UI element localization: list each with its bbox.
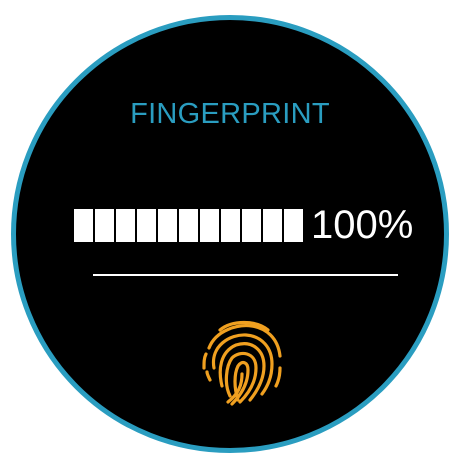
progress-segment	[179, 208, 198, 242]
progress-segment	[242, 208, 261, 242]
progress-segment	[95, 208, 114, 242]
progress-segment	[158, 208, 177, 242]
fingerprint-icon	[202, 320, 282, 406]
progress-segment	[74, 208, 93, 242]
progress-segment	[263, 208, 282, 242]
progress-bar	[74, 208, 303, 242]
progress-segment	[200, 208, 219, 242]
progress-indicator: 100%	[74, 205, 413, 245]
progress-segment	[221, 208, 240, 242]
divider	[93, 274, 398, 276]
screen-title: FINGERPRINT	[130, 98, 330, 130]
progress-percent: 100%	[311, 203, 414, 247]
watch-face: FINGERPRINT 100%	[11, 15, 449, 453]
progress-segment	[284, 208, 303, 242]
progress-segment	[116, 208, 135, 242]
progress-segment	[137, 208, 156, 242]
